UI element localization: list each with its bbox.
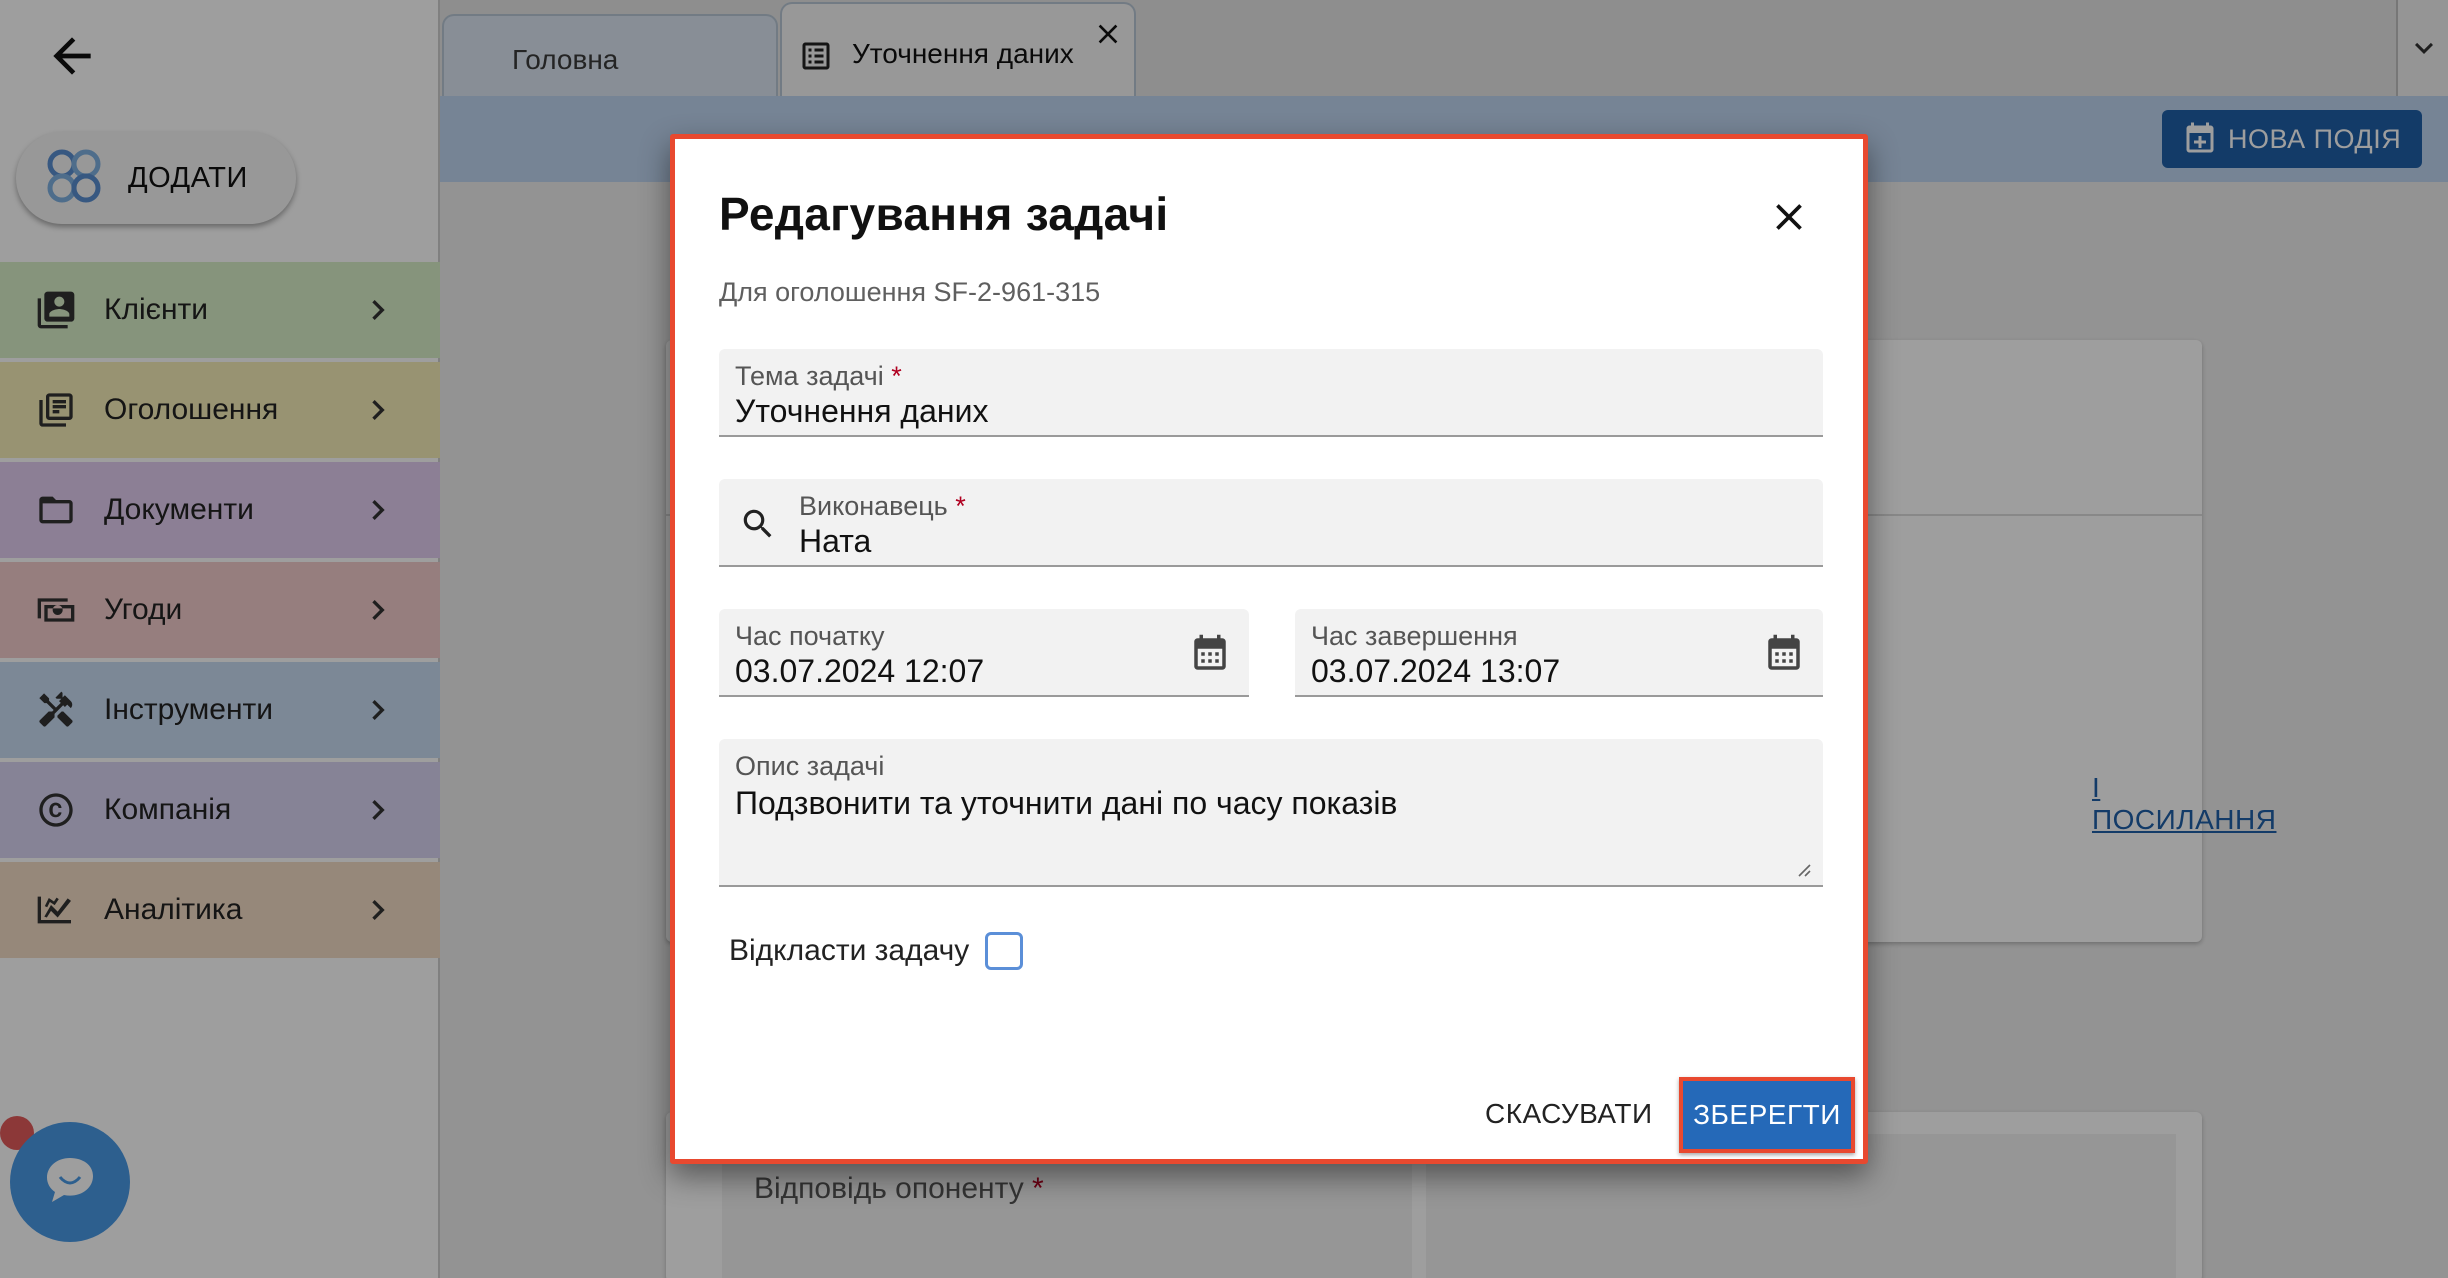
dialog-subtitle: Для оголошення SF-2-961-315 (719, 277, 1101, 307)
field-label: Виконавець * (799, 491, 966, 521)
calendar-icon[interactable] (1763, 633, 1805, 675)
search-icon (739, 505, 777, 543)
close-icon[interactable] (1767, 195, 1811, 239)
task-topic-field[interactable]: Тема задачі * (719, 349, 1823, 437)
cancel-button[interactable]: СКАСУВАТИ (1485, 1089, 1653, 1139)
executor-input[interactable] (799, 521, 1799, 561)
field-label: Тема задачі * (735, 361, 902, 391)
task-description-textarea[interactable]: Подзвонити та уточнити дані по часу пока… (735, 785, 1795, 875)
executor-field[interactable]: Виконавець * (719, 479, 1823, 567)
task-topic-input[interactable] (735, 391, 1805, 431)
postpone-task-checkbox[interactable] (985, 932, 1024, 970)
postpone-task-row: Відкласти задачу (729, 929, 1024, 973)
save-button[interactable]: ЗБЕРЕГТИ (1679, 1077, 1855, 1153)
end-time-input[interactable] (1311, 651, 1731, 691)
dialog-title: Редагування задачі (719, 188, 1169, 240)
end-time-field[interactable]: Час завершення (1295, 609, 1823, 697)
postpone-task-label: Відкласти задачу (729, 934, 970, 967)
start-time-input[interactable] (735, 651, 1155, 691)
resize-grip-icon[interactable] (1793, 859, 1811, 877)
task-description-field[interactable]: Опис задачі Подзвонити та уточнити дані … (719, 739, 1823, 887)
field-label: Час початку (735, 621, 885, 651)
calendar-icon[interactable] (1189, 633, 1231, 675)
field-label: Час завершення (1311, 621, 1518, 651)
edit-task-dialog: Редагування задачі Для оголошення SF-2-9… (670, 134, 1868, 1164)
field-label: Опис задачі (735, 751, 885, 781)
start-time-field[interactable]: Час початку (719, 609, 1249, 697)
